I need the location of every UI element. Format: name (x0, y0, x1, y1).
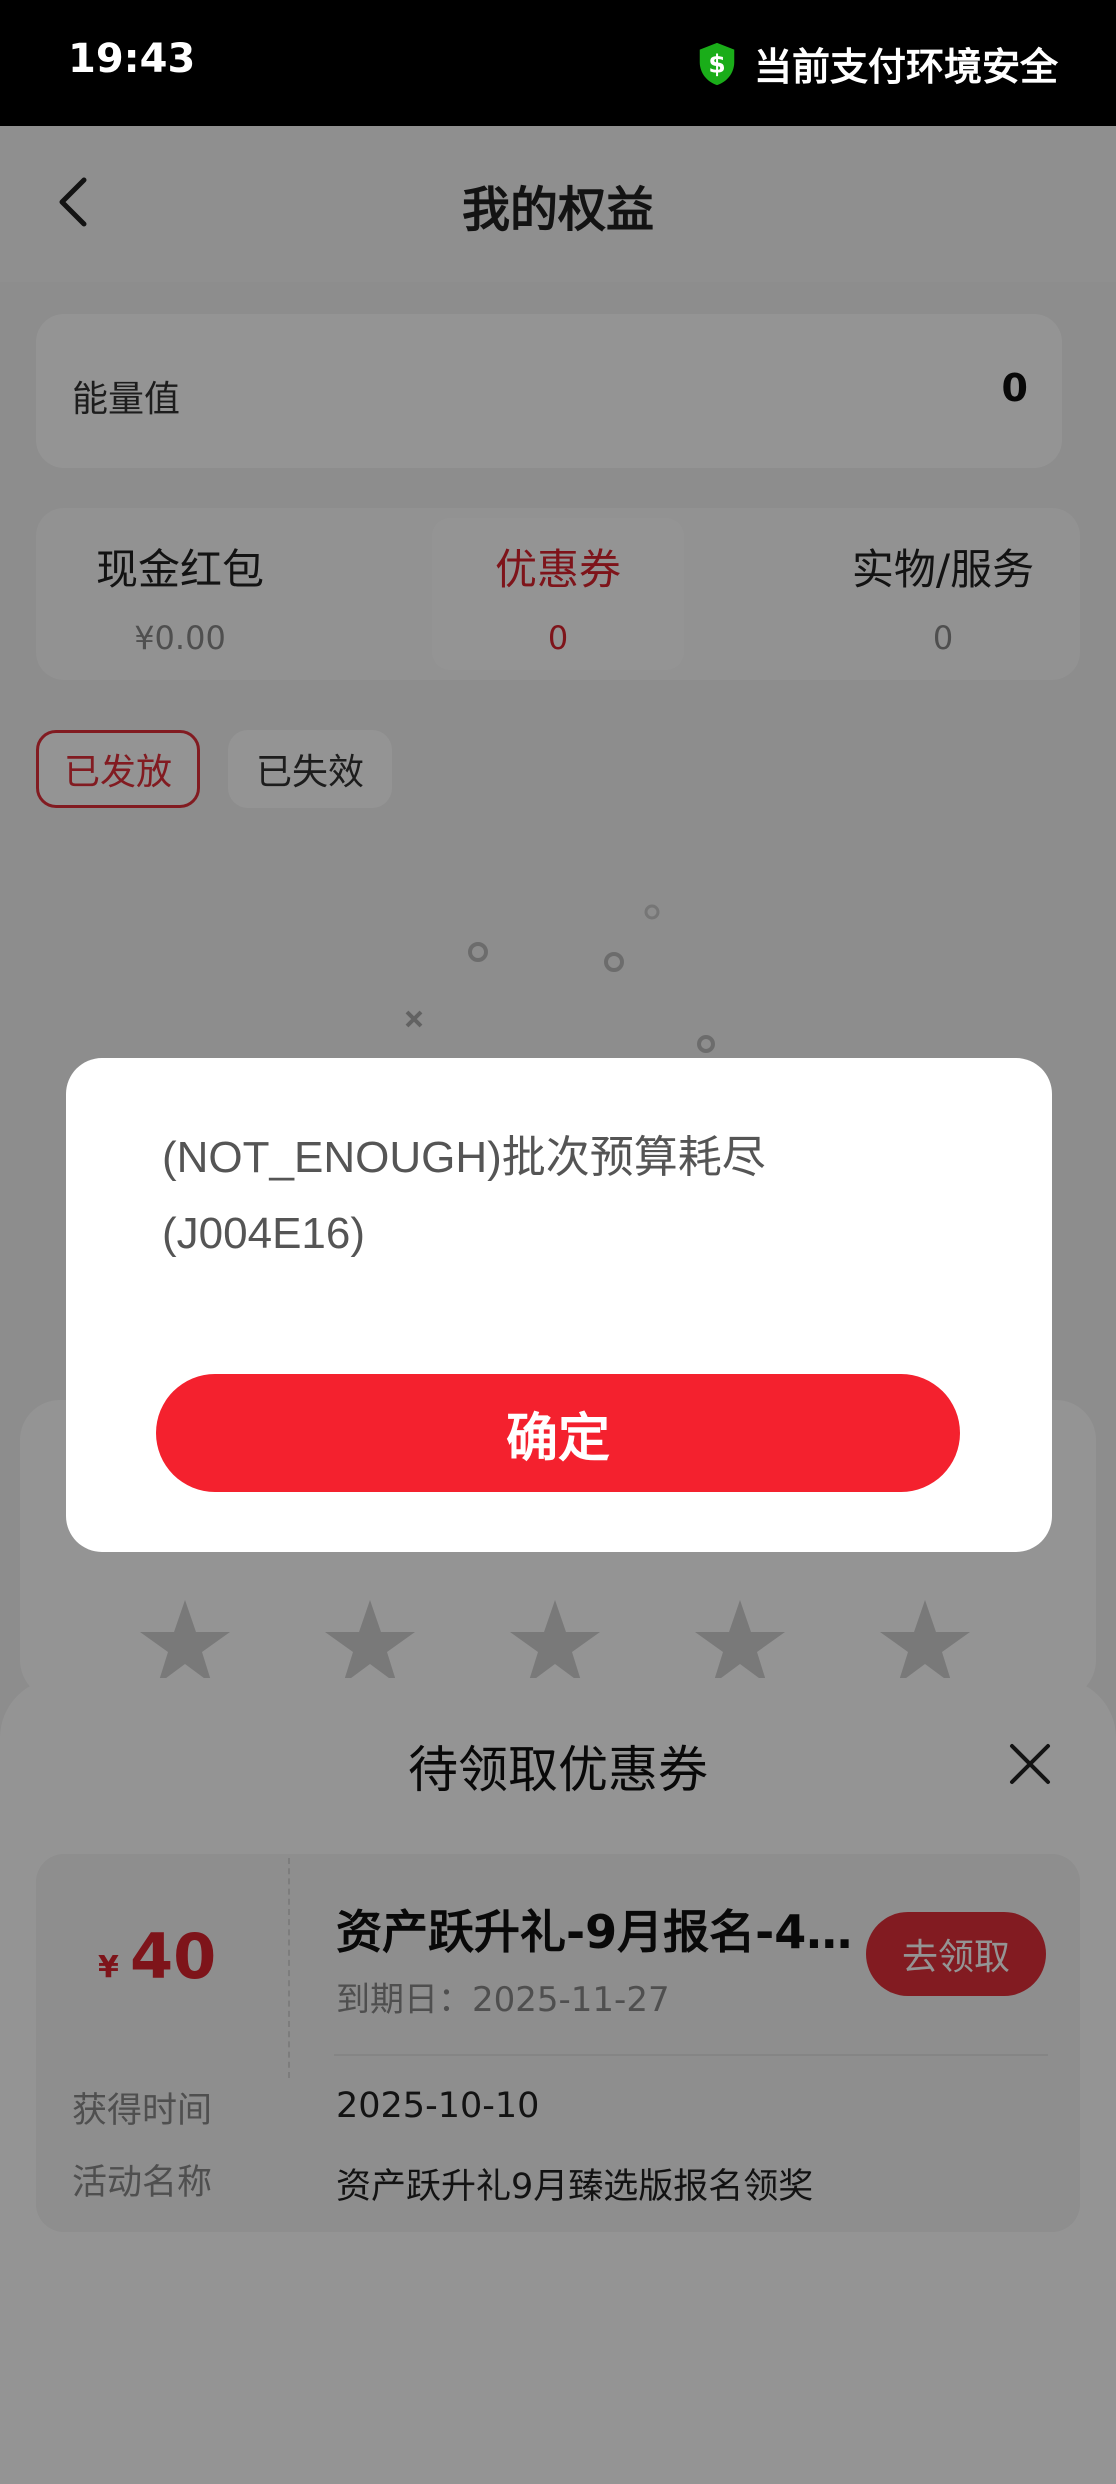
svg-text:$: $ (708, 49, 725, 78)
security-text: 当前支付环境安全 (753, 45, 1058, 89)
dialog-message: (NOT_ENOUGH)批次预算耗尽 (J004E16) (162, 1120, 922, 1272)
status-time: 19:43 (68, 36, 196, 82)
dialog-message-line2: (J004E16) (162, 1209, 366, 1258)
dialog-message-line1: (NOT_ENOUGH)批次预算耗尽 (162, 1133, 766, 1182)
confirm-button[interactable]: 确定 (156, 1374, 960, 1492)
security-indicator: $ 当前支付环境安全 (694, 36, 1058, 91)
shield-icon: $ (699, 42, 735, 85)
